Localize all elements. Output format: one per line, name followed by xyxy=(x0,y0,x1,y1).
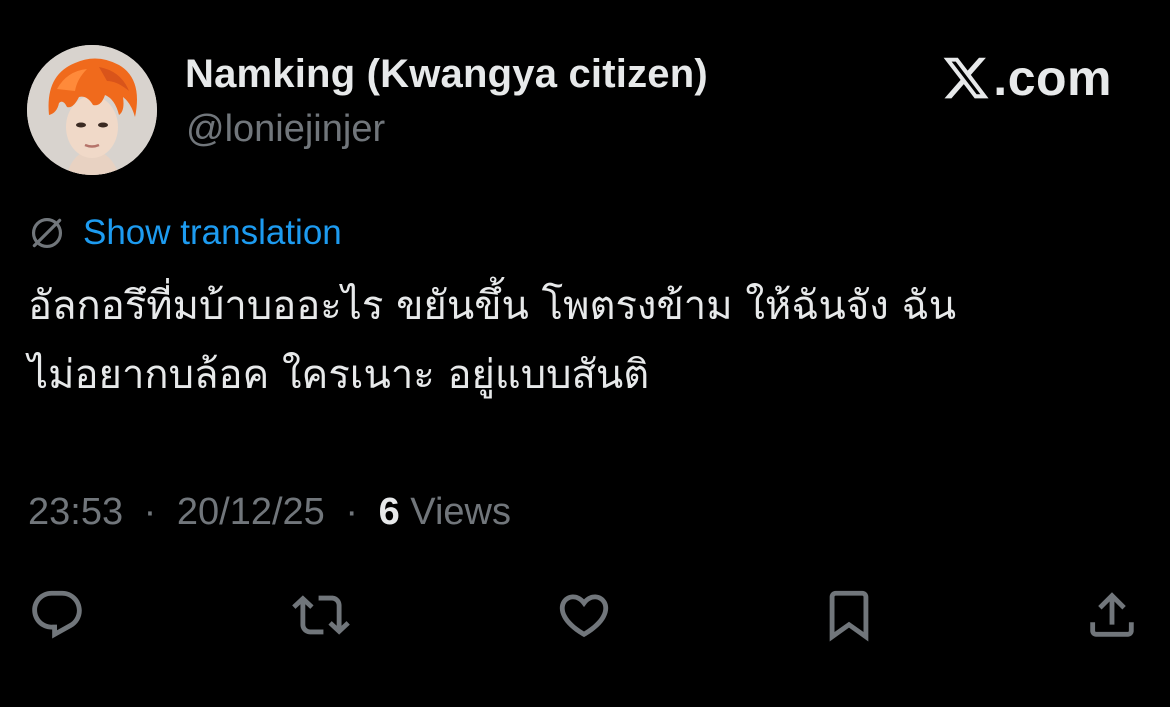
brand-text: .com xyxy=(993,50,1112,106)
tweet-date[interactable]: 20/12/25 xyxy=(177,491,325,533)
x-logo-icon xyxy=(943,57,989,99)
avatar[interactable] xyxy=(27,45,157,175)
profile-photo xyxy=(27,45,157,175)
views-count: 6 xyxy=(378,491,400,533)
reply-button[interactable] xyxy=(27,585,87,645)
views-label: Views xyxy=(410,491,511,533)
share-button[interactable] xyxy=(1082,585,1142,645)
tweet-text: อัลกอรึที่มบ้าบออะไร ขยันขึ้น โพตรงข้าม … xyxy=(28,272,1138,410)
meta-separator: · xyxy=(345,491,359,533)
meta-separator: · xyxy=(143,491,157,533)
reply-icon xyxy=(32,590,82,639)
tweet-meta: 23:53 · 20/12/25 · 6 Views xyxy=(28,488,511,536)
user-handle[interactable]: @loniejinjer xyxy=(186,108,385,151)
translation-row[interactable]: Show translation xyxy=(28,211,342,255)
share-icon xyxy=(1090,592,1134,637)
globe-icon xyxy=(31,217,63,249)
like-button[interactable] xyxy=(554,585,614,645)
retweet-button[interactable] xyxy=(291,585,351,645)
tweet-time[interactable]: 23:53 xyxy=(28,491,123,533)
bookmark-icon xyxy=(829,590,869,642)
brand-watermark: .com xyxy=(941,50,1112,106)
retweet-icon xyxy=(292,595,350,635)
tweet-text-line-2: ไม่อยากบล้อค ใครเนาะ อยู่แบบสันติ xyxy=(28,352,650,398)
action-bar xyxy=(0,585,1170,645)
heart-icon xyxy=(559,594,609,638)
tweet-text-line-1: อัลกอรึที่มบ้าบออะไร ขยันขึ้น โพตรงข้าม … xyxy=(28,283,957,329)
tweet-card: Namking (Kwangya citizen) @loniejinjer .… xyxy=(0,0,1170,707)
show-translation-link[interactable]: Show translation xyxy=(83,213,342,253)
display-name[interactable]: Namking (Kwangya citizen) xyxy=(185,52,708,97)
bookmark-button[interactable] xyxy=(819,585,879,645)
